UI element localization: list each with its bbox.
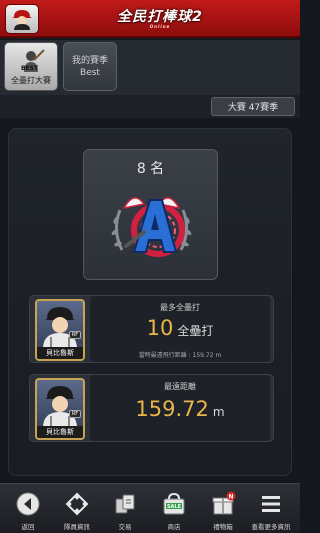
nav-gift-box-label: 禮物箱 xyxy=(213,523,233,531)
stat-content: 最遠距離 159.72 m xyxy=(90,375,270,441)
nav-player-info-label: 隊員資訊 xyxy=(64,523,90,531)
tabs-bar: BEST 全壘打大賽 我的賽季 Best xyxy=(0,40,300,95)
nav-trade-label: 交易 xyxy=(118,523,132,531)
player-portrait-icon xyxy=(43,386,77,428)
nav-trade[interactable]: 交易 xyxy=(101,486,149,532)
stat-unit: 全壘打 xyxy=(177,324,214,338)
top-header: 全民打棒球2 Online xyxy=(0,0,300,38)
back-icon xyxy=(16,492,40,516)
nav-shop-label: 商店 xyxy=(167,523,181,531)
tab-homerun-derby[interactable]: BEST 全壘打大賽 xyxy=(4,42,58,91)
gift-icon: N xyxy=(212,491,236,515)
stat-title: 最遠距離 xyxy=(164,382,196,391)
nav-back-label: 返回 xyxy=(21,523,35,531)
player-name: 貝比魯斯 xyxy=(37,426,83,438)
stat-value-line: 10 全壘打 xyxy=(90,316,270,340)
longest-distance-note: 當時最遠飛行距離 : 159.72 m xyxy=(138,352,222,359)
homerun-count: 10 xyxy=(146,316,174,340)
player-position-tag: RF xyxy=(69,410,81,418)
svg-text:SALE: SALE xyxy=(167,504,182,510)
player-card[interactable]: RF 貝比魯斯 xyxy=(35,378,85,440)
profile-button[interactable] xyxy=(5,4,39,34)
nav-gift-box[interactable]: N 禮物箱 xyxy=(199,486,247,532)
season-bar: 大賽 47賽季 xyxy=(0,95,300,118)
trade-icon xyxy=(115,494,135,514)
player-portrait-icon xyxy=(43,307,77,349)
svg-text:N: N xyxy=(228,494,233,501)
season-badge: 大賽 47賽季 xyxy=(211,97,295,116)
batter-icon: BEST xyxy=(21,48,45,72)
nav-more-info[interactable]: 查看更多資訊 xyxy=(247,486,295,532)
player-card[interactable]: RF 貝比魯斯 xyxy=(35,299,85,361)
results-panel: 8 名 RF 貝比魯斯 最多全壘打 10 全壘打 當時最遠飛行距離: 159.… xyxy=(8,128,292,476)
player-name: 貝比魯斯 xyxy=(37,347,83,359)
rank-card: 8 名 xyxy=(83,149,218,280)
stat-title: 最多全壘打 xyxy=(160,303,200,312)
tab-homerun-derby-label: 全壘打大賽 xyxy=(11,75,51,85)
stat-value-line: 159.72 m xyxy=(90,397,270,421)
nav-shop[interactable]: SALE 商店 xyxy=(150,486,198,532)
game-logo-subtext: Online xyxy=(149,23,171,29)
bottom-nav: 返回 隊員資訊 交易 SALE 商店 N 禮物箱 查看更多資訊 xyxy=(0,483,300,533)
player-position-tag: RF xyxy=(69,331,81,339)
stat-unit: m xyxy=(212,405,225,419)
menu-icon xyxy=(262,496,280,512)
game-logo-text: 全民打棒球2 xyxy=(117,8,203,25)
rank-emblem-icon xyxy=(111,197,192,257)
nav-more-info-label: 查看更多資訊 xyxy=(251,523,291,531)
svg-text:BEST: BEST xyxy=(21,65,39,72)
nav-back[interactable]: 返回 xyxy=(4,486,52,532)
player-avatar-icon xyxy=(12,10,32,30)
nav-player-info[interactable]: 隊員資訊 xyxy=(53,486,101,532)
shop-icon: SALE xyxy=(163,492,185,515)
most-homeruns-row: RF 貝比魯斯 最多全壘打 10 全壘打 當時最遠飛行距離 : 159.72 m xyxy=(29,295,274,363)
tab-best-label: Best xyxy=(80,67,100,78)
stat-content: 最多全壘打 10 全壘打 當時最遠飛行距離 : 159.72 m xyxy=(90,296,270,362)
game-logo: 全民打棒球2 Online xyxy=(105,4,215,30)
diamond-icon xyxy=(65,492,89,516)
longest-distance-value: 159.72 xyxy=(135,397,209,421)
rank-label: 8 名 xyxy=(136,161,165,177)
longest-distance-row: RF 貝比魯斯 最遠距離 159.72 m xyxy=(29,374,274,442)
tab-my-season-label: 我的賽季 xyxy=(71,55,108,66)
tab-my-season-best[interactable]: 我的賽季 Best xyxy=(63,42,117,91)
